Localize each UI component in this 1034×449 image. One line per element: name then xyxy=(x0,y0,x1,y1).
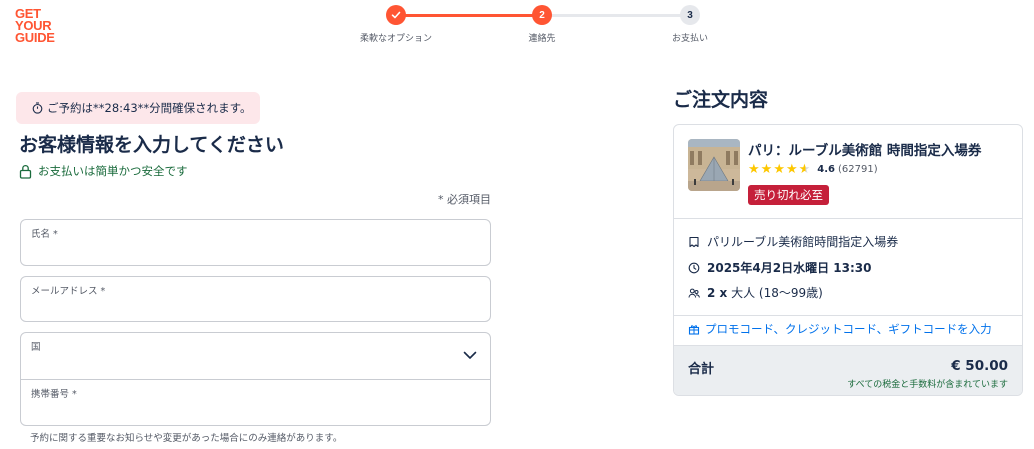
email-field[interactable]: メールアドレス * xyxy=(20,276,491,322)
half-star-icon: ★ xyxy=(798,162,811,177)
full-name-label: 氏名 * xyxy=(31,229,58,240)
email-label: メールアドレス * xyxy=(31,286,106,297)
total-section: 合計 € 50.00 すべての税金と手数料が含まれています xyxy=(674,345,1022,395)
star-icon: ★ xyxy=(760,162,773,177)
ticket-icon xyxy=(689,236,699,247)
full-name-field[interactable]: 氏名 * xyxy=(20,219,491,266)
country-select[interactable]: 国 xyxy=(20,332,491,382)
star-icon: ★ xyxy=(773,162,785,177)
total-label: 合計 xyxy=(688,362,715,377)
promo-code-link[interactable]: プロモコード、クレジットコード、ギフトコードを入力 xyxy=(688,321,992,337)
rating-score: 4.6 xyxy=(817,164,835,175)
order-summary-card: パリ：ルーブル美術館 時間指定入場券 ★ ★ ★ ★ ★ 4.6 (62791)… xyxy=(673,124,1023,396)
secure-payment-text: お支払いは簡単かつ安全です xyxy=(38,164,188,178)
participants-type: 大人 (18〜99歳) xyxy=(731,286,823,300)
phone-usage-note: 予約に関する重要なお知らせや変更があった場合にのみ連絡があります。 xyxy=(30,433,343,444)
stepper-progress-line xyxy=(396,14,542,17)
star-icon: ★ xyxy=(785,162,798,177)
datetime-text: 2025年4月2日水曜日 13:30 xyxy=(707,261,872,275)
required-fields-note: * 必須項目 xyxy=(438,193,491,206)
chevron-down-icon[interactable] xyxy=(463,351,477,360)
product-rating: ★ ★ ★ ★ ★ 4.6 (62791) xyxy=(748,163,878,176)
tax-note: すべての税金と手数料が含まれています xyxy=(847,380,1008,390)
timer-text: ご予約は**28:43**分間確保されます。 xyxy=(47,101,252,115)
ticket-option-text: パリルーブル美術館時間指定入場券 xyxy=(707,235,899,249)
step-3-label: お支払い xyxy=(671,34,709,44)
mobile-phone-field[interactable]: 携帯番号 * xyxy=(20,379,491,426)
product-thumbnail xyxy=(688,139,740,191)
promo-code-text[interactable]: プロモコード、クレジットコード、ギフトコードを入力 xyxy=(705,321,992,337)
review-count: (62791) xyxy=(838,164,878,175)
star-icon: ★ xyxy=(748,162,760,177)
secure-payment-note: お支払いは簡単かつ安全です xyxy=(19,163,188,179)
participants-count: 2 x xyxy=(707,285,728,300)
stepper-remaining-line xyxy=(542,14,690,17)
step-2-label: 連絡先 xyxy=(528,34,556,44)
form-title: お客様情報を入力してください xyxy=(19,134,284,156)
summary-divider xyxy=(674,315,1022,316)
step-2-circle: 2 xyxy=(532,5,552,25)
gift-icon xyxy=(688,325,700,335)
clock-icon xyxy=(688,262,700,273)
country-label: 国 xyxy=(31,342,41,353)
checkout-stepper: 2 3 柔軟なオプション 連絡先 お支払い xyxy=(0,0,1034,50)
lock-icon xyxy=(19,164,32,179)
participants-row: 2 x 大人 (18〜99歳) xyxy=(688,284,823,301)
step-1-check-icon[interactable] xyxy=(386,5,406,25)
rating-stars: ★ ★ ★ ★ ★ xyxy=(748,163,811,176)
reservation-timer-banner: ご予約は**28:43**分間確保されます。 xyxy=(16,92,260,124)
likely-to-sell-out-badge: 売り切れ必至 xyxy=(748,185,829,205)
ticket-option-row: パリルーブル美術館時間指定入場券 xyxy=(688,233,898,250)
people-icon xyxy=(688,288,700,298)
step-3-circle: 3 xyxy=(680,5,700,25)
datetime-row: 2025年4月2日水曜日 13:30 xyxy=(688,259,871,276)
order-summary-title: ご注文内容 xyxy=(673,89,769,111)
total-price: € 50.00 xyxy=(951,358,1008,374)
mobile-phone-label: 携帯番号 * xyxy=(31,389,77,400)
summary-divider xyxy=(674,218,1022,219)
product-title[interactable]: パリ：ルーブル美術館 時間指定入場券 xyxy=(748,139,981,159)
stopwatch-icon xyxy=(32,102,43,114)
step-1-label[interactable]: 柔軟なオプション xyxy=(360,31,432,44)
